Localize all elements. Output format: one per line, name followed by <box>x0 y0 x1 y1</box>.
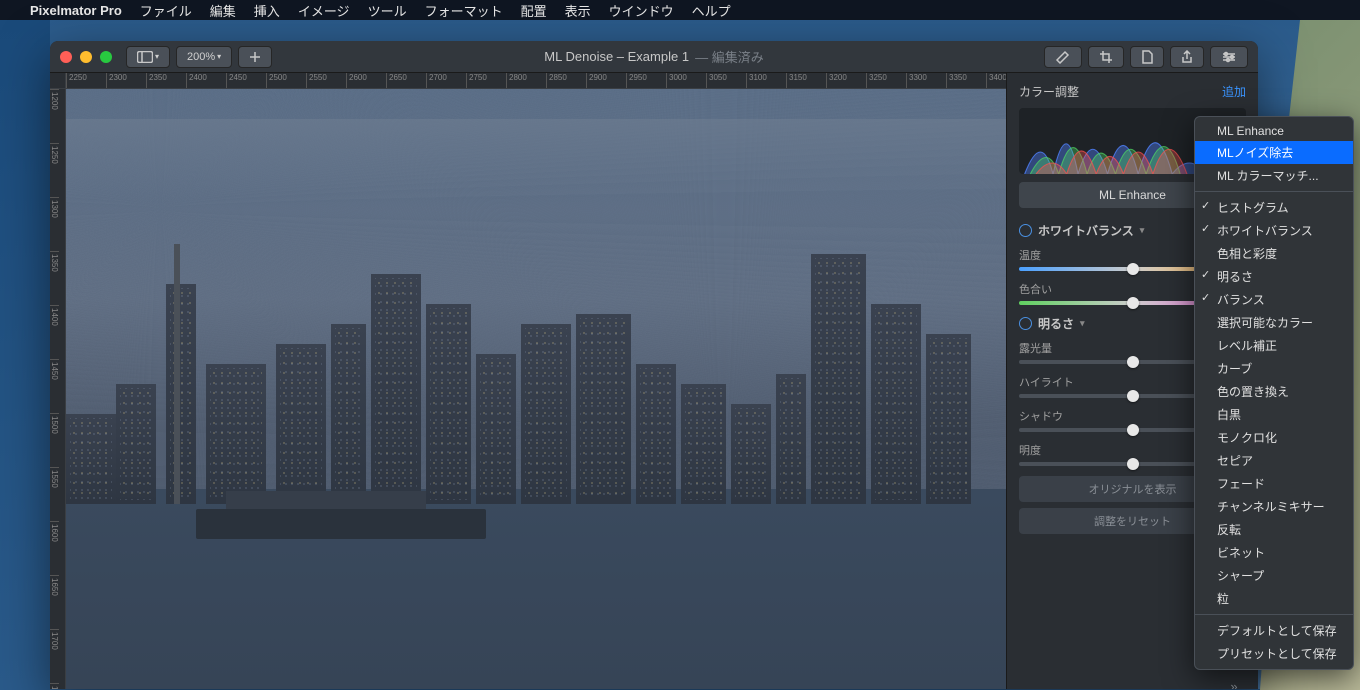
window-title: ML Denoise – Example 1— 編集済み <box>544 47 763 66</box>
menu-item[interactable]: シャープ <box>1195 564 1353 587</box>
menu-item[interactable]: ホワイトバランス <box>1195 219 1353 242</box>
add-button[interactable] <box>238 46 272 68</box>
traffic-lights <box>60 51 112 63</box>
menu-item[interactable]: ML カラーマッチ... <box>1195 164 1353 187</box>
highlights-label: ハイライト <box>1019 374 1074 390</box>
canvas-area[interactable]: 2250230023502400245025002550260026502700… <box>50 73 1006 689</box>
add-adjustment-button[interactable]: 追加 <box>1222 83 1246 100</box>
panel-toggle-button[interactable] <box>1210 46 1248 68</box>
section-toggle-ring[interactable] <box>1019 317 1032 330</box>
menu-arrange[interactable]: 配置 <box>521 1 547 20</box>
temp-label: 温度 <box>1019 247 1041 263</box>
menu-item[interactable]: デフォルトとして保存 <box>1195 619 1353 642</box>
menu-tools[interactable]: ツール <box>368 1 407 20</box>
menu-item[interactable]: チャンネルミキサー <box>1195 495 1353 518</box>
ruler-horizontal: 2250230023502400245025002550260026502700… <box>66 73 1006 89</box>
menu-item[interactable]: ML Enhance <box>1195 121 1353 141</box>
ruler-corner <box>50 73 66 89</box>
crop-tool-button[interactable] <box>1088 46 1124 68</box>
app-menu[interactable]: Pixelmator Pro <box>30 3 122 18</box>
sidebar-toggle-button[interactable]: ▾ <box>126 46 170 68</box>
shadows-label: シャドウ <box>1019 408 1063 424</box>
menu-item[interactable]: プリセットとして保存 <box>1195 642 1353 665</box>
menu-item[interactable]: 色の置き換え <box>1195 380 1353 403</box>
menu-help[interactable]: ヘルプ <box>692 1 731 20</box>
zoom-select[interactable]: 200%▾ <box>176 46 232 68</box>
menu-item[interactable]: レベル補正 <box>1195 334 1353 357</box>
tint-label: 色合い <box>1019 281 1052 297</box>
menu-item[interactable]: 色相と彩度 <box>1195 242 1353 265</box>
maximize-button[interactable] <box>100 51 112 63</box>
menu-insert[interactable]: 挿入 <box>254 1 280 20</box>
menu-view[interactable]: 表示 <box>565 1 591 20</box>
menu-item[interactable]: 反転 <box>1195 518 1353 541</box>
ship-in-image <box>196 509 486 539</box>
panel-title: カラー調整 <box>1019 83 1079 100</box>
menu-file[interactable]: ファイル <box>140 1 192 20</box>
menu-item[interactable]: 白黒 <box>1195 403 1353 426</box>
ruler-vertical: 1200125013001350140014501500155016001650… <box>50 89 66 689</box>
menu-item[interactable]: 選択可能なカラー <box>1195 311 1353 334</box>
menu-item[interactable]: セピア <box>1195 449 1353 472</box>
menu-item[interactable]: モノクロ化 <box>1195 426 1353 449</box>
menu-image[interactable]: イメージ <box>298 1 350 20</box>
exposure-label: 露光量 <box>1019 340 1052 356</box>
menu-format[interactable]: フォーマット <box>425 1 503 20</box>
menu-item[interactable]: ビネット <box>1195 541 1353 564</box>
more-tools-icon[interactable]: » <box>1222 675 1244 689</box>
menu-item[interactable]: カーブ <box>1195 357 1353 380</box>
close-button[interactable] <box>60 51 72 63</box>
menu-item[interactable]: 明るさ <box>1195 265 1353 288</box>
menu-item[interactable]: バランス <box>1195 288 1353 311</box>
desktop-background-left <box>0 20 50 690</box>
menu-bar: Pixelmator Pro ファイル 編集 挿入 イメージ ツール フォーマッ… <box>0 0 1360 20</box>
menu-edit[interactable]: 編集 <box>210 1 236 20</box>
menu-item[interactable]: ヒストグラム <box>1195 196 1353 219</box>
menu-item[interactable]: 粒 <box>1195 587 1353 610</box>
menu-window[interactable]: ウインドウ <box>609 1 674 20</box>
menu-item[interactable]: MLノイズ除去 <box>1195 141 1353 164</box>
document-window: ▾ 200%▾ ML Denoise – Example 1— 編集済み 225… <box>50 41 1258 689</box>
title-bar: ▾ 200%▾ ML Denoise – Example 1— 編集済み <box>50 41 1258 73</box>
page-button[interactable] <box>1130 46 1164 68</box>
share-button[interactable] <box>1170 46 1204 68</box>
canvas-image[interactable] <box>66 89 1006 689</box>
brightness-label: 明度 <box>1019 442 1041 458</box>
minimize-button[interactable] <box>80 51 92 63</box>
add-adjustment-menu: ML EnhanceMLノイズ除去ML カラーマッチ... ヒストグラムホワイトバ… <box>1194 116 1354 670</box>
section-toggle-ring[interactable] <box>1019 224 1032 237</box>
menu-item[interactable]: フェード <box>1195 472 1353 495</box>
paint-tool-button[interactable] <box>1044 46 1082 68</box>
